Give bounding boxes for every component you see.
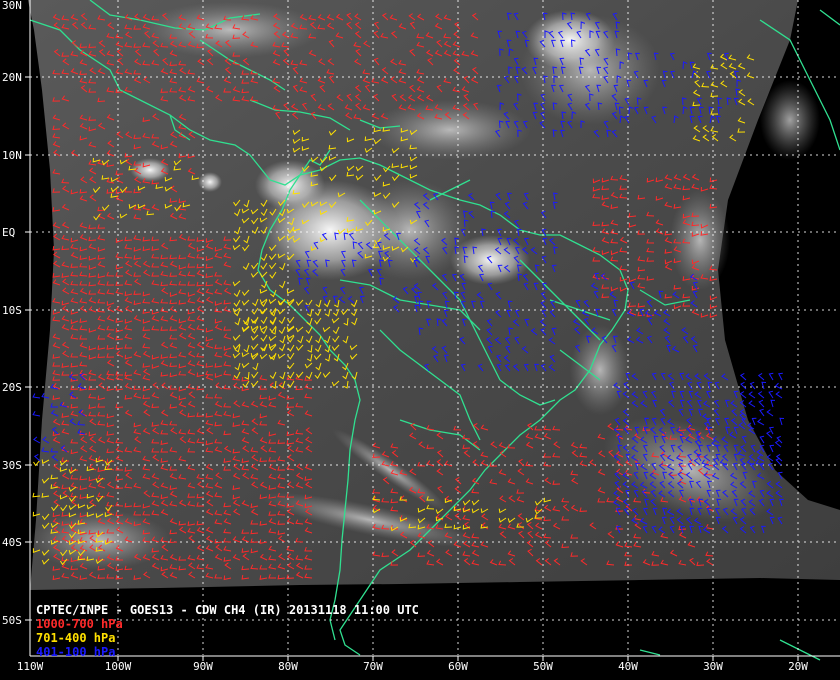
wind-barb — [748, 391, 756, 399]
wind-barb — [768, 390, 774, 399]
lat-label-10s: 10S — [2, 304, 22, 317]
lat-label-eq: EQ — [2, 226, 16, 239]
wind-barb — [757, 372, 765, 381]
wind-barb — [761, 381, 767, 390]
wind-barb — [33, 453, 41, 462]
lat-label-10n: 10N — [2, 149, 22, 162]
wind-barb — [32, 410, 41, 417]
wind-barb — [759, 435, 765, 444]
legend-entry-low: 1000-700 hPa — [36, 617, 123, 631]
wind-barb — [748, 400, 756, 408]
wind-barb — [770, 399, 776, 408]
lon-label-80w: 80W — [278, 660, 298, 673]
wind-barb — [32, 393, 41, 399]
lon-label-30w: 30W — [703, 660, 723, 673]
wind-barb — [775, 391, 783, 399]
lon-label-70w: 70W — [363, 660, 383, 673]
wind-barb — [779, 417, 785, 426]
wind-barb — [758, 399, 765, 408]
lat-label-30s: 30S — [2, 459, 22, 472]
legend: CPTEC/INPE - GOES13 - CDW CH4 (IR) 20131… — [36, 603, 419, 659]
lon-label-100w: 100W — [104, 660, 132, 673]
wind-barb — [759, 408, 765, 417]
lon-label-20w: 20W — [788, 660, 808, 673]
lon-label-50w: 50W — [533, 660, 553, 673]
legend-entry-mid: 701-400 hPa — [36, 631, 116, 645]
wind-barb — [757, 418, 765, 426]
lon-label-60w: 60W — [448, 660, 468, 673]
legend-entry-high: 401-100 hPa — [36, 645, 116, 659]
lon-label-40w: 40W — [618, 660, 638, 673]
wind-barb — [769, 444, 775, 453]
lat-label-30n: 30N — [2, 0, 22, 12]
wind-barb — [751, 417, 757, 426]
wind-barb — [749, 381, 756, 390]
lat-label-40s: 40S — [2, 536, 22, 549]
wind-barb — [766, 430, 773, 439]
wind-barb — [766, 409, 774, 417]
lon-label-90w: 90W — [193, 660, 213, 673]
lat-label-50s: 50S — [2, 614, 22, 627]
satellite-map — [25, 0, 840, 661]
wind-barb — [768, 372, 774, 381]
wind-barb — [757, 391, 765, 399]
wind-barb — [774, 382, 783, 390]
lat-label-20n: 20N — [2, 71, 22, 84]
wind-barb — [740, 381, 747, 390]
lat-label-20s: 20S — [2, 381, 22, 394]
wind-barb — [33, 436, 41, 444]
map-title: CPTEC/INPE - GOES13 - CDW CH4 (IR) 20131… — [36, 603, 419, 617]
lon-label-110w: 110W — [16, 660, 44, 673]
wind-barb — [739, 372, 747, 381]
wind-barb — [33, 459, 41, 467]
wind-barb — [775, 453, 783, 462]
wind-barb — [768, 426, 774, 435]
wind-barb — [778, 372, 783, 381]
wind-barb — [776, 435, 783, 444]
